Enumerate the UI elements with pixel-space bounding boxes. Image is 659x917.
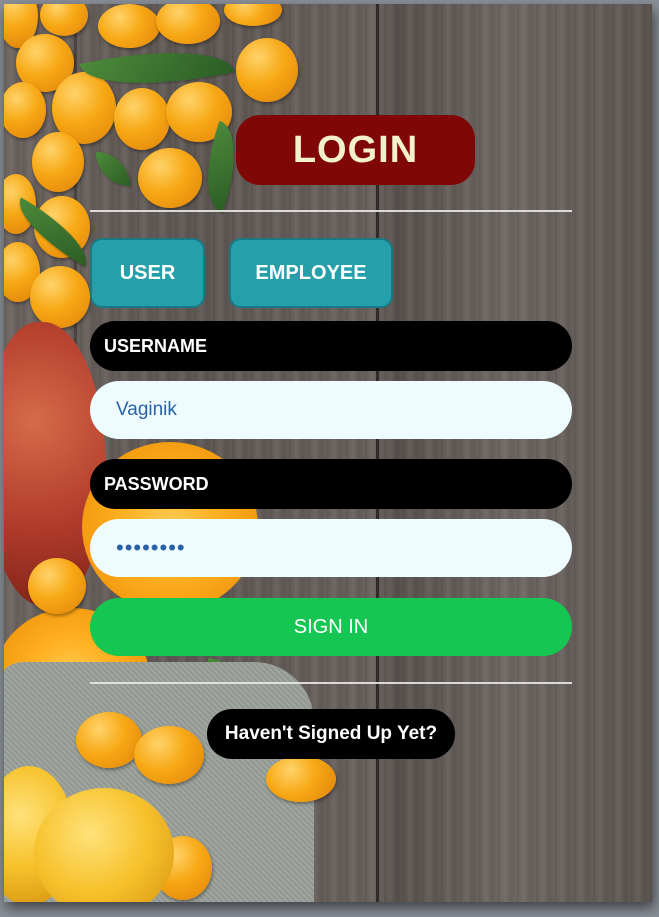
kumquat	[32, 132, 84, 192]
kumquat	[224, 4, 282, 26]
sign-in-button[interactable]: SIGN IN	[90, 598, 572, 656]
kumquat	[138, 148, 202, 208]
kumquat	[40, 4, 88, 36]
kumquat	[156, 4, 220, 44]
signup-link[interactable]: Haven't Signed Up Yet?	[207, 709, 455, 759]
password-input[interactable]	[90, 519, 572, 577]
user-role-button[interactable]: USER	[90, 238, 205, 308]
kumquat	[266, 756, 336, 802]
username-input[interactable]	[90, 381, 572, 439]
kumquat	[236, 38, 298, 102]
kumquat	[114, 88, 170, 150]
kumquat	[76, 712, 142, 768]
top-divider	[90, 210, 572, 212]
kumquat	[4, 82, 46, 138]
kumquat	[28, 558, 86, 614]
username-label: USERNAME	[90, 321, 572, 371]
login-title: LOGIN	[236, 115, 475, 185]
kumquat	[98, 4, 160, 48]
kumquat	[134, 726, 204, 784]
password-label: PASSWORD	[90, 459, 572, 509]
employee-role-button[interactable]: EMPLOYEE	[229, 238, 393, 308]
leaf	[96, 152, 130, 186]
bottom-divider	[90, 682, 572, 684]
kumquat	[30, 266, 90, 328]
